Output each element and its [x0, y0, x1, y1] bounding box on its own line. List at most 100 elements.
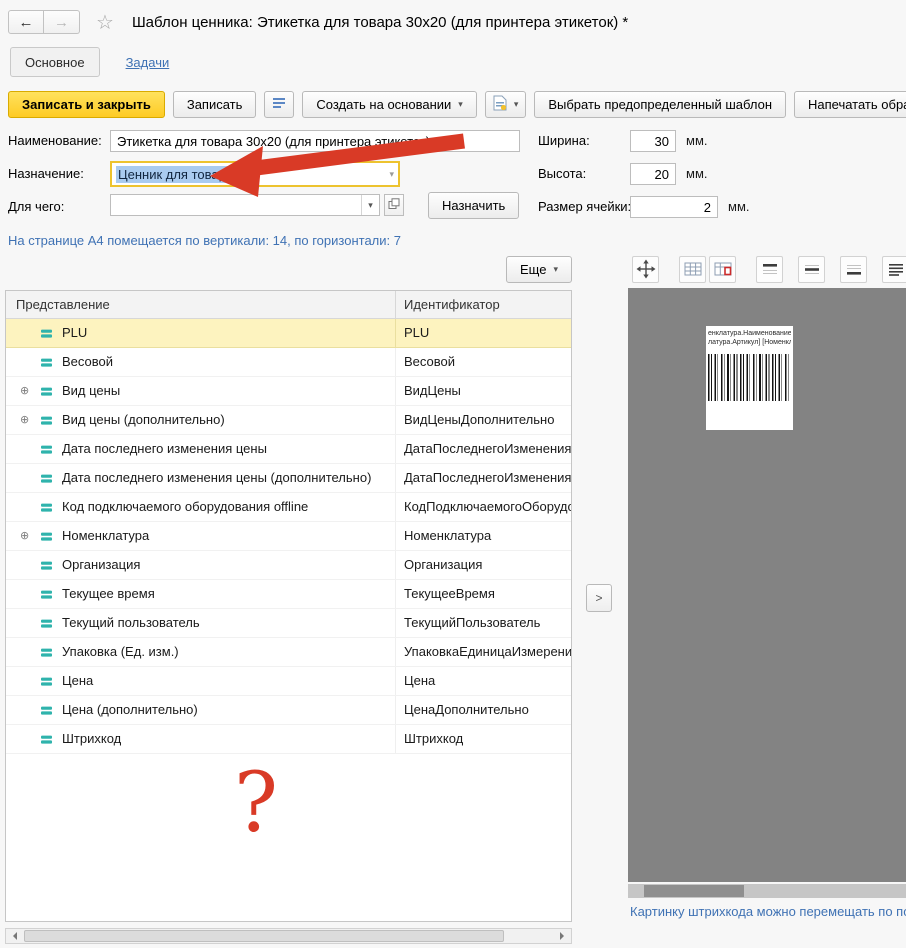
table-row[interactable]: Организация Организация [6, 551, 571, 580]
preview-canvas[interactable]: енклатура.НаименованиеПол латура.Артикул… [628, 288, 906, 882]
preview-horizontal-scrollbar[interactable] [628, 884, 906, 898]
line-middle-icon[interactable] [798, 256, 825, 283]
table-row[interactable]: ⊕ Вид цены (дополнительно) ВидЦеныДополн… [6, 406, 571, 435]
scroll-left-button[interactable] [6, 929, 22, 943]
label-preview[interactable]: енклатура.НаименованиеПол латура.Артикул… [706, 326, 793, 430]
table-row[interactable]: Дата последнего изменения цены (дополнит… [6, 464, 571, 493]
report-icon [272, 96, 286, 113]
table-row[interactable]: Текущее время ТекущееВремя [6, 580, 571, 609]
label-text-line2: латура.Артикул] [Номенклатура.Произво [708, 338, 791, 347]
row-expander-icon[interactable]: ⊕ [20, 406, 40, 434]
choose-predefined-button[interactable]: Выбрать предопределенный шаблон [534, 91, 786, 118]
report-button[interactable] [264, 91, 294, 118]
attribute-icon [40, 617, 62, 630]
table-grid-icon[interactable] [679, 256, 706, 283]
attribute-icon [40, 385, 62, 398]
table-horizontal-scrollbar[interactable] [5, 928, 572, 944]
more-button[interactable]: Еще ▾ [506, 256, 572, 283]
line-top-icon[interactable] [756, 256, 783, 283]
table-row[interactable]: PLU PLU [6, 319, 571, 348]
row-name: Штрихкод [62, 725, 121, 753]
attribute-icon [40, 443, 62, 456]
move-icon[interactable] [632, 256, 659, 283]
attribute-icon [40, 530, 62, 543]
name-label: Наименование: [8, 133, 102, 148]
save-button[interactable]: Записать [173, 91, 257, 118]
row-name: Вид цены (дополнительно) [62, 406, 225, 434]
row-id: ДатаПоследнегоИзмененияЦ [396, 464, 571, 492]
purpose-input[interactable]: Ценник для товаров ▾ [110, 161, 400, 187]
favorite-star-icon[interactable]: ☆ [96, 10, 114, 35]
for-what-dropdown-button[interactable]: ▾ [361, 195, 379, 215]
column-header-id[interactable]: Идентификатор [396, 291, 571, 318]
create-based-on-button[interactable]: Создать на основании ▾ [302, 91, 476, 118]
more-button-label: Еще [520, 262, 546, 277]
barcode-hint: Картинку штрихкода можно перемещать по п… [630, 904, 906, 919]
chevron-down-icon: ▾ [368, 200, 373, 211]
row-expander-icon[interactable]: ⊕ [20, 522, 40, 550]
cell-size-input[interactable] [630, 196, 718, 218]
table-row[interactable]: Цена (дополнительно) ЦенаДополнительно [6, 696, 571, 725]
table-row[interactable]: Дата последнего изменения цены ДатаПосле… [6, 435, 571, 464]
expand-panel-button[interactable]: > [586, 584, 612, 612]
row-name: PLU [62, 319, 87, 347]
scroll-right-button[interactable] [555, 929, 571, 943]
table-row[interactable]: Штрихкод Штрихкод [6, 725, 571, 754]
for-what-open-button[interactable] [384, 194, 404, 216]
chevron-down-icon[interactable]: ▾ [389, 169, 394, 180]
for-what-input[interactable] [111, 195, 361, 215]
column-header-name[interactable]: Представление [6, 291, 396, 318]
line-bottom-icon[interactable] [840, 256, 867, 283]
print-sample-button[interactable]: Напечатать обра [794, 91, 906, 118]
row-id: ВидЦеныДополнительно [396, 406, 571, 434]
table-row[interactable]: ⊕ Вид цены ВидЦены [6, 377, 571, 406]
for-what-combo[interactable]: ▾ [110, 194, 380, 216]
table-row[interactable]: Текущий пользователь ТекущийПользователь [6, 609, 571, 638]
width-input[interactable] [630, 130, 676, 152]
table-borders-red-icon[interactable] [709, 256, 736, 283]
table-row[interactable]: ⊕ Номенклатура Номенклатура [6, 522, 571, 551]
tab-main[interactable]: Основное [10, 47, 100, 77]
row-name: Организация [62, 551, 140, 579]
row-id: ВидЦены [396, 377, 571, 405]
page-title: Шаблон ценника: Этикетка для товара 30x2… [132, 14, 628, 31]
back-button[interactable]: ← [8, 10, 44, 34]
scrollbar-track[interactable] [22, 930, 555, 942]
width-unit: мм. [686, 133, 708, 148]
name-input[interactable] [110, 130, 520, 152]
row-id: ДатаПоследнегоИзмененияЦ [396, 435, 571, 463]
table-row[interactable]: Упаковка (Ед. изм.) УпаковкаЕдиницаИзмер… [6, 638, 571, 667]
row-name: Вид цены [62, 377, 120, 405]
row-id: Штрихкод [396, 725, 571, 753]
height-input[interactable] [630, 163, 676, 185]
table-row[interactable]: Код подключаемого оборудования offline К… [6, 493, 571, 522]
row-id: Цена [396, 667, 571, 695]
purpose-selected-text: Ценник для товаров [116, 166, 242, 183]
assign-button[interactable]: Назначить [428, 192, 519, 219]
height-unit: мм. [686, 166, 708, 181]
purpose-label: Назначение: [8, 166, 84, 181]
page-fit-info: На странице A4 помещается по вертикали: … [8, 233, 401, 248]
save-close-button[interactable]: Записать и закрыть [8, 91, 165, 118]
document-dropdown-button[interactable]: ▾ [485, 91, 527, 118]
attribute-icon [40, 733, 62, 746]
tab-tasks[interactable]: Задачи [126, 55, 170, 70]
barcode-image[interactable] [708, 354, 791, 401]
row-id: КодПодключаемогоОборудо [396, 493, 571, 521]
row-name: Весовой [62, 348, 113, 376]
chevron-down-icon: ▾ [553, 264, 558, 275]
row-id: Номенклатура [396, 522, 571, 550]
table-row[interactable]: Весовой Весовой [6, 348, 571, 377]
preview-scrollbar-thumb[interactable] [644, 885, 744, 897]
forward-button[interactable]: → [44, 10, 80, 34]
table-row[interactable]: Цена Цена [6, 667, 571, 696]
attribute-icon [40, 356, 62, 369]
label-text-line1: енклатура.НаименованиеПол [708, 329, 791, 338]
cell-size-unit: мм. [728, 199, 750, 214]
row-id: Организация [396, 551, 571, 579]
row-expander-icon[interactable]: ⊕ [20, 377, 40, 405]
scrollbar-thumb[interactable] [24, 930, 504, 942]
attribute-icon [40, 559, 62, 572]
lines-left-icon[interactable] [882, 256, 906, 283]
row-name: Текущее время [62, 580, 155, 608]
